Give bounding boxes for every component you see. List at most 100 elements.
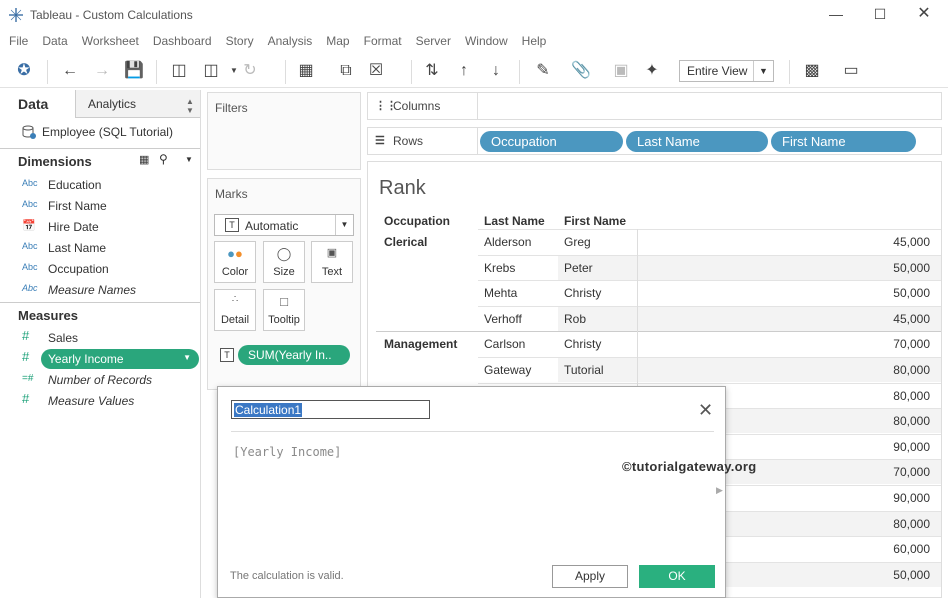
undo-icon[interactable]: ← xyxy=(58,59,82,83)
close-window-icon[interactable]: ✕ xyxy=(914,4,934,24)
dimension-field[interactable]: Abc Occupation xyxy=(0,259,200,280)
table-row[interactable]: Gateway Tutorial 80,000 xyxy=(368,357,941,383)
menu-help[interactable]: Help xyxy=(522,31,547,51)
chevron-down-icon[interactable]: ▼ xyxy=(335,215,353,235)
menu-map[interactable]: Map xyxy=(326,31,349,51)
rows-shelf[interactable]: ☰ Rows Occupation Last Name First Name xyxy=(367,127,942,155)
sort-descending-icon[interactable]: ↓ xyxy=(484,59,508,83)
measure-field[interactable]: =# Number of Records xyxy=(0,370,200,391)
formula-editor[interactable]: [Yearly Income] xyxy=(233,445,341,459)
text-button[interactable]: ▣ Text xyxy=(311,241,353,283)
marks-label: Marks xyxy=(215,187,248,201)
text-icon: ▣ xyxy=(326,247,338,259)
menu-story[interactable]: Story xyxy=(226,31,254,51)
chevron-down-icon[interactable]: ▼ xyxy=(753,61,773,81)
menu-analysis[interactable]: Analysis xyxy=(268,31,313,51)
duplicate-sheet-icon[interactable]: ⧉ xyxy=(334,59,358,83)
columns-shelf[interactable]: ⋮⋮ Columns xyxy=(367,92,942,120)
calculated-number-icon: =# xyxy=(22,373,34,384)
dimension-field[interactable]: Abc First Name xyxy=(0,196,200,217)
table-row[interactable]: Mehta Christy 50,000 xyxy=(368,280,941,307)
swap-icon[interactable]: ⇅ xyxy=(420,59,444,83)
save-icon[interactable]: 💾 xyxy=(122,59,146,83)
maximize-icon[interactable]: ☐ xyxy=(870,4,890,24)
header-first-name[interactable]: First Name xyxy=(564,214,626,228)
new-data-source-icon[interactable]: ◫ xyxy=(167,59,191,83)
expand-panel-icon[interactable]: ▶ xyxy=(716,485,723,496)
group-icon[interactable]: 📎 xyxy=(569,59,593,83)
menu-file[interactable]: File xyxy=(9,31,28,51)
menu-server[interactable]: Server xyxy=(416,31,451,51)
header-occupation[interactable]: Occupation xyxy=(384,214,450,228)
menu-window[interactable]: Window xyxy=(465,31,508,51)
table-row[interactable]: Verhoff Rob 45,000 xyxy=(368,305,941,332)
measure-field[interactable]: # Sales xyxy=(0,328,200,349)
tab-scroll-icon[interactable]: ▲ ▼ xyxy=(186,97,194,115)
view-list-icon[interactable]: ▦ xyxy=(139,153,149,166)
clear-sheet-icon[interactable]: ☒ xyxy=(364,59,388,83)
pin-icon[interactable]: ✦ xyxy=(640,59,664,83)
fit-dropdown[interactable]: Entire View ▼ xyxy=(679,60,774,82)
cell-last-name: Gateway xyxy=(484,363,532,377)
dimension-field[interactable]: Abc Education xyxy=(0,175,200,196)
mark-type-dropdown[interactable]: T Automatic ▼ xyxy=(214,214,354,236)
chevron-down-icon[interactable]: ▼ xyxy=(185,155,193,164)
column-divider xyxy=(637,254,638,281)
cell-value: 80,000 xyxy=(893,388,930,403)
menu-data[interactable]: Data xyxy=(42,31,67,51)
pause-updates-icon[interactable]: ◫ xyxy=(199,59,223,83)
color-button[interactable]: ●● Color xyxy=(214,241,256,283)
new-worksheet-icon[interactable]: ▦ xyxy=(294,59,318,83)
toolbar-divider xyxy=(411,60,412,84)
columns-label: Columns xyxy=(393,99,441,113)
size-button[interactable]: ◯ Size xyxy=(263,241,305,283)
tooltip-button[interactable]: □ Tooltip xyxy=(263,289,305,331)
dimensions-label: Dimensions xyxy=(18,154,92,169)
filters-shelf[interactable]: Filters xyxy=(207,92,361,170)
close-icon[interactable]: ✕ xyxy=(698,400,713,421)
sum-yearly-income-pill[interactable]: SUM(Yearly In.. xyxy=(238,345,350,365)
calendar-icon: 📅 xyxy=(22,220,36,232)
chevron-down-icon[interactable]: ▼ xyxy=(183,353,191,362)
measure-field[interactable]: # Yearly Income ▼ xyxy=(0,349,200,370)
text-label: Text xyxy=(321,266,343,278)
calculation-name-input[interactable]: Calculation1 xyxy=(231,400,430,419)
show-labels-icon[interactable]: ▣ xyxy=(609,59,633,83)
cell-last-name: Alderson xyxy=(484,235,532,249)
dimension-field[interactable]: Abc Measure Names xyxy=(0,280,200,301)
dimension-field[interactable]: Abc Last Name xyxy=(0,238,200,259)
search-icon[interactable]: ⚲ xyxy=(159,152,168,166)
menu-worksheet[interactable]: Worksheet xyxy=(82,31,139,51)
table-row[interactable]: Clerical Alderson Greg 45,000 xyxy=(368,229,941,255)
ok-button[interactable]: OK xyxy=(639,565,715,588)
row-pill-last-name[interactable]: Last Name xyxy=(626,131,768,152)
selected-field-pill[interactable]: Yearly Income ▼ xyxy=(41,349,199,369)
show-me-icon[interactable]: ▩ xyxy=(800,59,824,83)
detail-button[interactable]: ∴ Detail xyxy=(214,289,256,331)
apply-button[interactable]: Apply xyxy=(552,565,628,588)
redo-icon[interactable]: → xyxy=(90,59,114,83)
refresh-icon[interactable]: ↻ xyxy=(238,59,262,83)
datasource-name[interactable]: Employee (SQL Tutorial) xyxy=(42,125,173,139)
highlight-icon[interactable]: ✎ xyxy=(531,59,555,83)
fit-value: Entire View xyxy=(687,64,748,78)
presentation-mode-icon[interactable]: ▭ xyxy=(839,59,863,83)
tableau-home-icon[interactable]: ✪ xyxy=(12,59,36,83)
column-divider xyxy=(637,357,638,383)
dimension-field[interactable]: 📅 Hire Date xyxy=(0,217,200,238)
field-label: Occupation xyxy=(48,262,109,276)
tab-data[interactable]: Data xyxy=(0,90,76,118)
cell-value: 45,000 xyxy=(893,311,930,326)
size-label: Size xyxy=(273,266,295,278)
measure-field[interactable]: # Measure Values xyxy=(0,391,200,412)
menu-format[interactable]: Format xyxy=(364,31,402,51)
tab-analytics[interactable]: Analytics xyxy=(88,97,136,111)
table-row[interactable]: Management Carlson Christy 70,000 xyxy=(368,331,941,358)
table-row[interactable]: Krebs Peter 50,000 xyxy=(368,254,941,281)
header-last-name[interactable]: Last Name xyxy=(484,214,545,228)
row-pill-occupation[interactable]: Occupation xyxy=(480,131,623,152)
minimize-icon[interactable]: — xyxy=(826,4,846,24)
menu-dashboard[interactable]: Dashboard xyxy=(153,31,212,51)
row-pill-first-name[interactable]: First Name xyxy=(771,131,916,152)
sort-ascending-icon[interactable]: ↑ xyxy=(452,59,476,83)
